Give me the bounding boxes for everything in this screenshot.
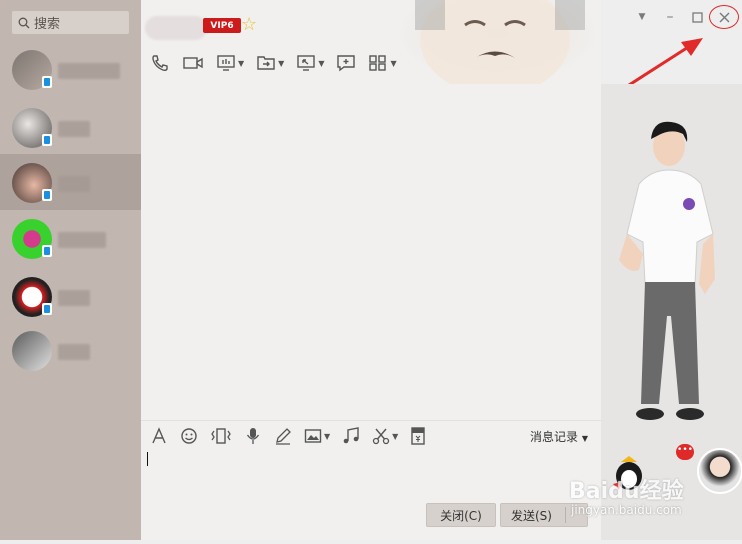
vip-badge: VIP6 bbox=[203, 18, 241, 33]
avatar-show-panel: ••• bbox=[601, 84, 742, 540]
file-transfer-icon bbox=[257, 56, 275, 70]
contact-name-blurred bbox=[58, 176, 90, 192]
mobile-online-icon bbox=[42, 134, 52, 146]
watermark-logo: Baidu经验 bbox=[569, 479, 684, 504]
launch-chat-button[interactable] bbox=[336, 52, 356, 74]
font-icon bbox=[152, 427, 166, 444]
message-history-button[interactable]: 消息记录 ▼ bbox=[530, 428, 588, 445]
contact-item[interactable] bbox=[0, 210, 141, 268]
input-divider bbox=[141, 420, 601, 421]
image-button[interactable]: ▼ bbox=[304, 425, 330, 447]
voice-message-button[interactable] bbox=[244, 425, 262, 447]
doodle-button[interactable] bbox=[274, 425, 292, 447]
history-label: 消息记录 bbox=[530, 430, 579, 444]
send-button-label: 发送(S) bbox=[511, 508, 552, 523]
file-transfer-button[interactable]: ▼ bbox=[256, 52, 284, 74]
apps-icon bbox=[369, 55, 387, 71]
remote-desktop-icon bbox=[297, 55, 316, 71]
message-input[interactable] bbox=[141, 448, 601, 500]
close-button-label: 关闭(C) bbox=[440, 508, 482, 523]
emoji-icon bbox=[181, 428, 197, 444]
chevron-down-icon: ▼ bbox=[581, 434, 588, 443]
send-options-divider bbox=[565, 507, 566, 523]
pen-icon bbox=[276, 428, 291, 445]
chevron-down-icon: ▼ bbox=[324, 431, 331, 441]
font-button[interactable] bbox=[150, 425, 168, 447]
input-toolbar: ▼ ▼ bbox=[150, 424, 426, 448]
avatar bbox=[12, 331, 52, 371]
star-icon: ☆ bbox=[241, 14, 258, 35]
phone-icon bbox=[152, 55, 168, 72]
message-history-area[interactable] bbox=[141, 84, 601, 422]
mobile-online-icon bbox=[42, 303, 52, 315]
mic-icon bbox=[246, 428, 260, 444]
maximize-icon bbox=[691, 11, 703, 23]
apps-button[interactable]: ▼ bbox=[368, 52, 397, 74]
shake-icon bbox=[211, 428, 231, 444]
screenshot-button[interactable]: ▼ bbox=[372, 425, 398, 447]
minimize-button[interactable]: – bbox=[660, 8, 680, 26]
chevron-down-icon: ▼ bbox=[638, 12, 646, 22]
mobile-online-icon bbox=[42, 189, 52, 201]
header-background-art bbox=[395, 0, 600, 95]
chevron-down-icon: ▼ bbox=[392, 431, 399, 441]
music-button[interactable] bbox=[342, 425, 360, 447]
chat-contact-name-blurred bbox=[145, 16, 207, 40]
contact-item[interactable] bbox=[0, 322, 141, 380]
mobile-online-icon bbox=[42, 245, 52, 257]
contact-name-blurred bbox=[58, 121, 90, 137]
contact-name-blurred bbox=[58, 344, 90, 360]
screen-share-icon bbox=[217, 55, 235, 71]
chevron-down-icon: ▼ bbox=[390, 58, 397, 68]
video-icon bbox=[183, 57, 203, 69]
message-bubble-icon[interactable]: ••• bbox=[676, 444, 694, 460]
text-cursor bbox=[147, 452, 148, 466]
remote-desktop-button[interactable]: ▼ bbox=[296, 52, 324, 74]
chevron-down-icon: ▼ bbox=[318, 58, 325, 68]
contact-item[interactable] bbox=[0, 268, 141, 326]
window-menu-button[interactable]: ▼ bbox=[632, 8, 652, 26]
video-call-button[interactable] bbox=[182, 52, 204, 74]
image-icon bbox=[304, 429, 322, 443]
contact-name-blurred bbox=[58, 232, 106, 248]
voice-call-button[interactable] bbox=[150, 52, 170, 74]
shake-button[interactable] bbox=[210, 425, 232, 447]
red-packet-icon bbox=[411, 427, 426, 445]
chevron-down-icon: ▼ bbox=[278, 58, 285, 68]
emoji-button[interactable] bbox=[180, 425, 198, 447]
screen-share-button[interactable]: ▼ bbox=[216, 52, 244, 74]
minimize-icon: – bbox=[666, 9, 674, 25]
contact-avatar-large[interactable] bbox=[697, 448, 742, 494]
annotation-circle bbox=[709, 5, 739, 29]
chat-add-icon bbox=[337, 55, 356, 72]
maximize-button[interactable] bbox=[687, 8, 707, 26]
mustache-face-art bbox=[415, 0, 585, 95]
close-button[interactable]: 关闭(C) bbox=[426, 503, 496, 527]
chevron-down-icon: ▼ bbox=[238, 58, 245, 68]
chat-toolbar: ▼ ▼ ▼ ▼ bbox=[150, 52, 397, 74]
contact-item-selected[interactable] bbox=[0, 154, 141, 210]
scissors-icon bbox=[373, 428, 390, 445]
contact-item[interactable] bbox=[0, 99, 141, 157]
music-icon bbox=[343, 427, 359, 444]
red-packet-button[interactable] bbox=[410, 425, 426, 447]
contact-name-blurred bbox=[58, 290, 90, 306]
watermark-url: jingyan.baidu.com bbox=[571, 503, 682, 517]
